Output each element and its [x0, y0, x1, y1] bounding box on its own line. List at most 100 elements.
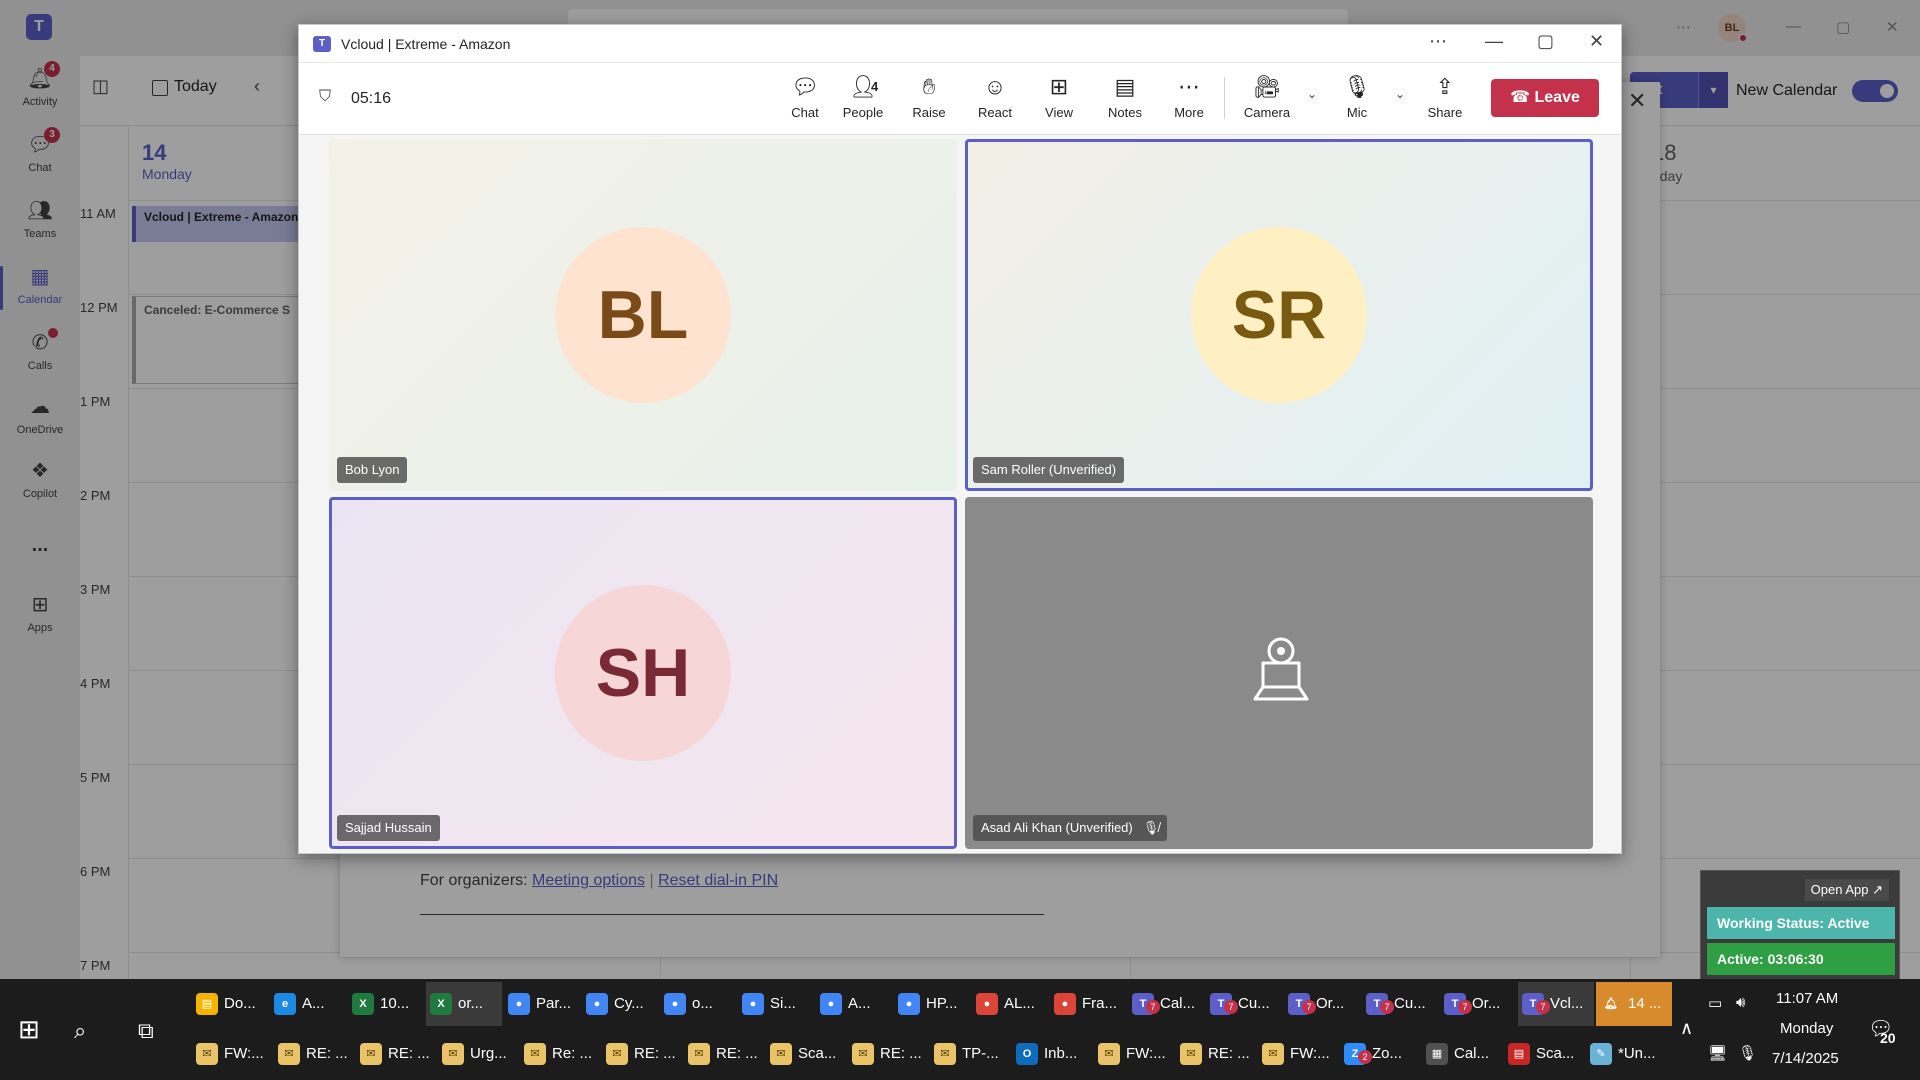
taskbar-window-button[interactable]: ✉ Urg... [438, 1032, 518, 1076]
taskbar-window-label: RE: ... [716, 1045, 758, 1062]
taskbar-badge: 7 [1146, 1000, 1160, 1014]
window-close-icon[interactable]: ✕ [1589, 31, 1604, 52]
mic-tray-icon[interactable]: 🎙︎ [1738, 1044, 1757, 1062]
network-icon[interactable]: 🖥︎ [1708, 1044, 1727, 1062]
taskbar-window-button[interactable]: ▦ Cal... [1422, 1032, 1502, 1076]
taskbar-app-button[interactable]: ● AL... [972, 982, 1048, 1026]
battery-icon[interactable]: ▭ [1708, 994, 1722, 1012]
taskbar-app-button[interactable]: e A... [270, 982, 346, 1026]
mail-envelope-icon: ✉ [606, 1043, 628, 1066]
leave-button[interactable]: ☎ Leave [1491, 79, 1599, 117]
taskbar-app-button[interactable]: ▤ Do... [192, 982, 268, 1026]
taskbar-app-icon: O [1016, 1043, 1038, 1066]
mail-envelope-icon: ✉ [442, 1043, 464, 1066]
search-icon[interactable]: ⌕ [74, 1018, 86, 1044]
taskbar-app-label: Par... [536, 995, 572, 1012]
taskbar-app-button[interactable]: 🔔︎ 14 ... [1596, 982, 1672, 1026]
taskbar-app-label: AL... [1004, 995, 1035, 1012]
taskbar-app-label: o... [692, 995, 713, 1012]
taskbar-window-button[interactable]: ✉ FW:... [1258, 1032, 1338, 1076]
view-button[interactable]: ⊞ View [1029, 73, 1089, 129]
participant-name: Sam Roller (Unverified) [973, 457, 1125, 483]
participant-tile[interactable]: BL Bob Lyon [329, 139, 957, 491]
taskbar-window-button[interactable]: ✉ RE: ... [684, 1032, 764, 1076]
leave-label: Leave [1534, 89, 1580, 106]
participant-tile[interactable]: SH Sajjad Hussain [329, 497, 957, 849]
notes-icon: ▤ [1114, 74, 1136, 99]
react-button[interactable]: ☺ React [965, 73, 1025, 129]
tray-expand-icon[interactable]: ∧ [1680, 1018, 1693, 1039]
taskbar-app-button[interactable]: T 7 Vcl... [1518, 982, 1594, 1026]
clock-day[interactable]: Monday [1780, 1020, 1833, 1037]
taskbar-window-button[interactable]: ✉ RE: ... [274, 1032, 354, 1076]
taskbar-app-label: Cy... [614, 995, 644, 1012]
taskbar-window-button[interactable]: ✉ TP-... [930, 1032, 1010, 1076]
taskbar-window-button[interactable]: ✉ FW:... [1094, 1032, 1174, 1076]
taskbar-window-button[interactable]: ✉ Sca... [766, 1032, 846, 1076]
mic-options-chevron-icon[interactable]: ⌄ [1395, 87, 1405, 101]
clock-date[interactable]: 7/14/2025 [1772, 1050, 1839, 1067]
taskbar-window-button[interactable]: ✉ RE: ... [356, 1032, 436, 1076]
taskbar-app-label: Cu... [1238, 995, 1270, 1012]
participant-avatar: SR [1191, 227, 1367, 403]
taskbar-window-label: Urg... [470, 1045, 507, 1062]
taskbar-app-button[interactable]: ● o... [660, 982, 736, 1026]
volume-icon[interactable]: 🔊︎ [1736, 994, 1745, 1011]
taskbar-app-label: or... [458, 995, 484, 1012]
taskbar-app-label: A... [848, 995, 871, 1012]
taskbar-app-button[interactable]: T 7 Or... [1440, 982, 1516, 1026]
taskbar-app-button[interactable]: T 7 Cu... [1206, 982, 1282, 1026]
taskbar-app-button[interactable]: ● HP... [894, 982, 970, 1026]
window-more-icon[interactable]: ⋯ [1429, 31, 1447, 52]
participant-name: Bob Lyon [337, 457, 408, 483]
share-button[interactable]: ⇪ Share [1415, 73, 1475, 129]
taskbar-window-label: Cal... [1454, 1045, 1490, 1062]
people-button[interactable]: 👤︎ 4 People [833, 73, 893, 129]
mail-envelope-icon: ✉ [1098, 1043, 1120, 1066]
meeting-toolbar: ⛉ 05:16 💬︎ Chat 👤︎ 4 People ✋︎ Raise ☺ R… [299, 63, 1621, 135]
open-app-button[interactable]: Open App ↗ [1804, 879, 1889, 901]
taskbar-app-button[interactable]: X 10... [348, 982, 424, 1026]
toolbar-separator [1224, 77, 1225, 119]
raise-hand-button[interactable]: ✋︎ Raise [899, 73, 959, 129]
taskbar-app-button[interactable]: ● A... [816, 982, 892, 1026]
window-maximize-icon[interactable]: ▢ [1537, 31, 1554, 52]
taskbar-app-button[interactable]: ● Fra... [1050, 982, 1126, 1026]
mail-envelope-icon: ✉ [360, 1043, 382, 1066]
taskbar-window-button[interactable]: ✉ RE: ... [1176, 1032, 1256, 1076]
notes-button[interactable]: ▤ Notes [1095, 73, 1155, 129]
taskbar-app-button[interactable]: T 7 Or... [1284, 982, 1360, 1026]
taskbar-app-button[interactable]: T 7 Cu... [1362, 982, 1438, 1026]
taskbar-app-button[interactable]: T 7 Cal... [1128, 982, 1204, 1026]
taskbar-window-button[interactable]: ▤ Sca... [1504, 1032, 1584, 1076]
camera-options-chevron-icon[interactable]: ⌄ [1307, 87, 1317, 101]
taskbar-window-button[interactable]: ✉ FW:... [192, 1032, 272, 1076]
taskbar-app-label: Or... [1316, 995, 1345, 1012]
windows-start-icon[interactable]: ⊞ [18, 1014, 40, 1045]
taskbar-app-button[interactable]: ● Par... [504, 982, 580, 1026]
mic-button[interactable]: 🎙︎ Mic [1327, 73, 1387, 129]
taskbar-app-button[interactable]: ● Cy... [582, 982, 658, 1026]
taskbar-window-button[interactable]: ✉ RE: ... [602, 1032, 682, 1076]
taskbar-window-button[interactable]: O Inb... [1012, 1032, 1092, 1076]
participant-tile[interactable]: SR Sam Roller (Unverified) [965, 139, 1593, 491]
taskbar-window-button[interactable]: ✉ RE: ... [848, 1032, 928, 1076]
taskbar-window-button[interactable]: ✎ *Un... [1586, 1032, 1666, 1076]
chat-button[interactable]: 💬︎ Chat [775, 73, 835, 129]
participant-tile[interactable]: Asad Ali Khan (Unverified) 🎙︎̸ [965, 497, 1593, 849]
taskbar-app-icon: ● [508, 993, 530, 1016]
taskbar-window-button[interactable]: Z 2 Zo... [1340, 1032, 1420, 1076]
status-widget: Open App ↗ Working Status: Active Active… [1700, 870, 1900, 980]
task-view-icon[interactable]: ⧉ [138, 1018, 154, 1044]
camera-button[interactable]: 🎥︎ Camera [1237, 73, 1297, 129]
mail-envelope-icon: ✉ [770, 1043, 792, 1066]
taskbar-app-label: Do... [224, 995, 256, 1012]
window-minimize-icon[interactable]: — [1485, 31, 1503, 52]
taskbar-app-button[interactable]: ● Si... [738, 982, 814, 1026]
taskbar-window-button[interactable]: ✉ Re: ... [520, 1032, 600, 1076]
taskbar-app-button[interactable]: Xor... [426, 982, 502, 1026]
active-timer: Active: 03:06:30 [1707, 943, 1895, 975]
clock-time[interactable]: 11:07 AM [1776, 990, 1838, 1007]
taskbar-app-icon: ● [742, 993, 764, 1016]
more-button[interactable]: ⋯ More [1159, 73, 1219, 129]
